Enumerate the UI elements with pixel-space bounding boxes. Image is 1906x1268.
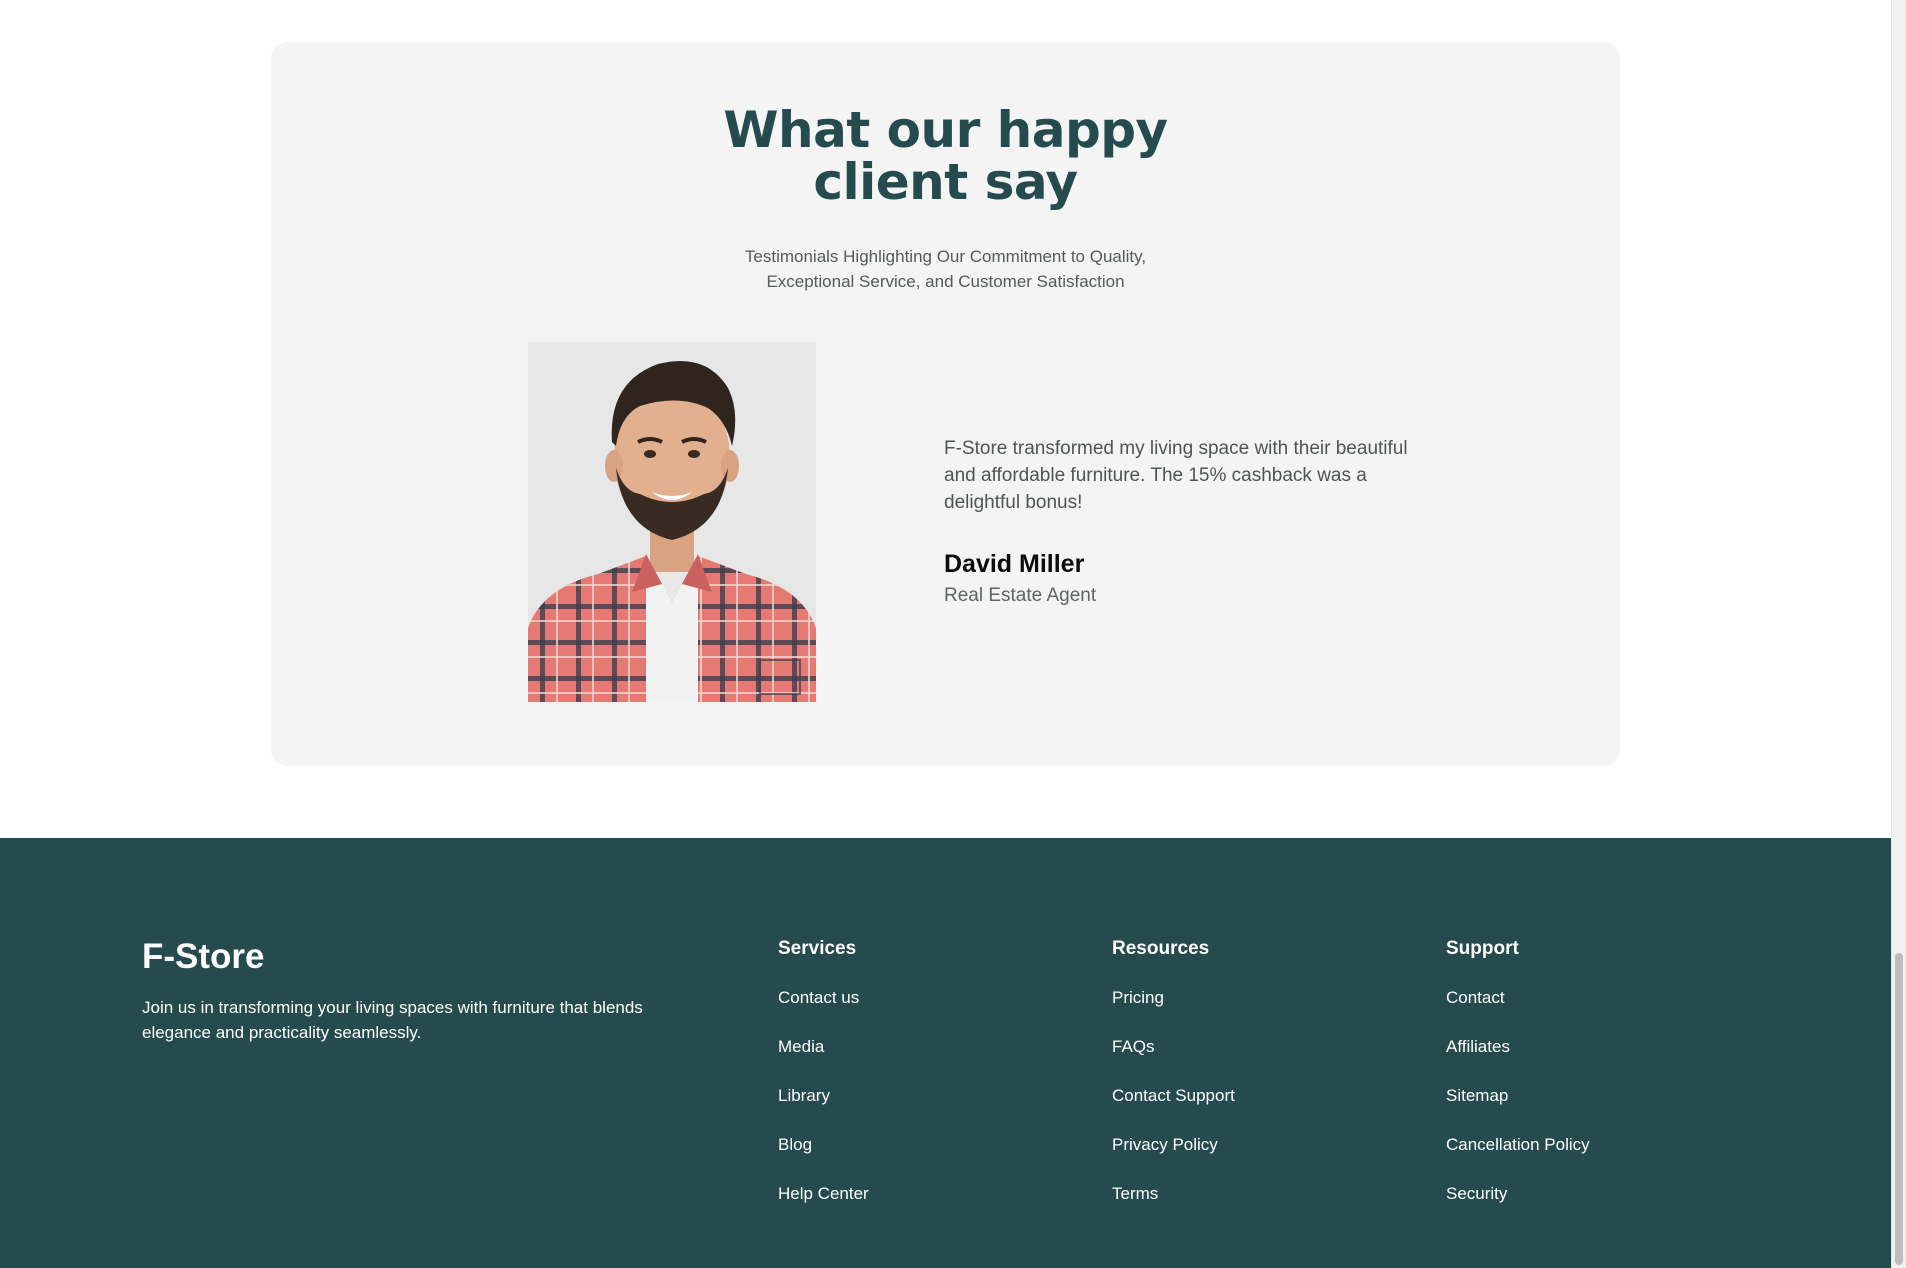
footer-link-media[interactable]: Media xyxy=(778,1034,869,1083)
testimonial-quote-line: delightful bonus! xyxy=(944,492,1083,513)
vertical-scrollbar[interactable] xyxy=(1891,0,1906,1268)
footer-link-affiliates[interactable]: Affiliates xyxy=(1446,1034,1590,1083)
testimonial-subtitle: Testimonials Highlighting Our Commitment… xyxy=(271,244,1620,294)
footer-link-contact[interactable]: Contact xyxy=(1446,985,1590,1034)
footer-link-help-center[interactable]: Help Center xyxy=(778,1181,869,1230)
testimonial-author-role: Real Estate Agent xyxy=(944,585,1097,606)
footer-column-resources: Resources Pricing FAQs Contact Support P… xyxy=(1112,936,1235,1230)
footer-brand-logo[interactable]: F-Store xyxy=(142,937,265,977)
footer-link-security[interactable]: Security xyxy=(1446,1181,1590,1230)
testimonial-quote: F-Store transformed my living space with… xyxy=(944,435,1454,516)
footer-description-line: Join us in transforming your living spac… xyxy=(142,998,643,1017)
footer-column-title: Resources xyxy=(1112,938,1210,959)
testimonial-quote-line: F-Store transformed my living space with… xyxy=(944,438,1408,459)
footer-column-title: Support xyxy=(1446,938,1519,959)
footer-link-contact-support[interactable]: Contact Support xyxy=(1112,1083,1235,1132)
page: What our happy client say Testimonials H… xyxy=(0,0,1891,1268)
footer-column-support: Support Contact Affiliates Sitemap Cance… xyxy=(1446,936,1590,1230)
footer-description-line: elegance and practicality seamlessly. xyxy=(142,1023,422,1042)
testimonial-quote-line: and affordable furniture. The 15% cashba… xyxy=(944,465,1367,486)
scrollbar-thumb[interactable] xyxy=(1895,953,1903,1265)
footer-link-privacy-policy[interactable]: Privacy Policy xyxy=(1112,1132,1235,1181)
client-portrait-image xyxy=(528,342,816,702)
footer-link-cancellation-policy[interactable]: Cancellation Policy xyxy=(1446,1132,1590,1181)
footer-link-blog[interactable]: Blog xyxy=(778,1132,869,1181)
footer-link-contact-us[interactable]: Contact us xyxy=(778,985,869,1034)
footer-column-services: Services Contact us Media Library Blog H… xyxy=(778,936,869,1230)
site-footer: F-Store Join us in transforming your liv… xyxy=(0,838,1891,1268)
testimonial-subtitle-line: Testimonials Highlighting Our Commitment… xyxy=(744,247,1147,266)
footer-column-title: Services xyxy=(778,938,857,959)
client-portrait-illustration xyxy=(528,342,816,702)
testimonial-heading-line: What our happy xyxy=(723,101,1168,159)
testimonial-subtitle-line: Exceptional Service, and Customer Satisf… xyxy=(766,272,1125,291)
footer-link-sitemap[interactable]: Sitemap xyxy=(1446,1083,1590,1132)
testimonial-heading: What our happy client say xyxy=(271,104,1620,208)
footer-brand-description: Join us in transforming your living spac… xyxy=(142,995,702,1045)
footer-link-faqs[interactable]: FAQs xyxy=(1112,1034,1235,1083)
footer-link-pricing[interactable]: Pricing xyxy=(1112,985,1235,1034)
footer-link-library[interactable]: Library xyxy=(778,1083,869,1132)
testimonial-author-name: David Miller xyxy=(944,550,1085,578)
testimonial-heading-line: client say xyxy=(813,153,1078,211)
footer-link-terms[interactable]: Terms xyxy=(1112,1181,1235,1230)
testimonial-section: What our happy client say Testimonials H… xyxy=(271,42,1620,766)
